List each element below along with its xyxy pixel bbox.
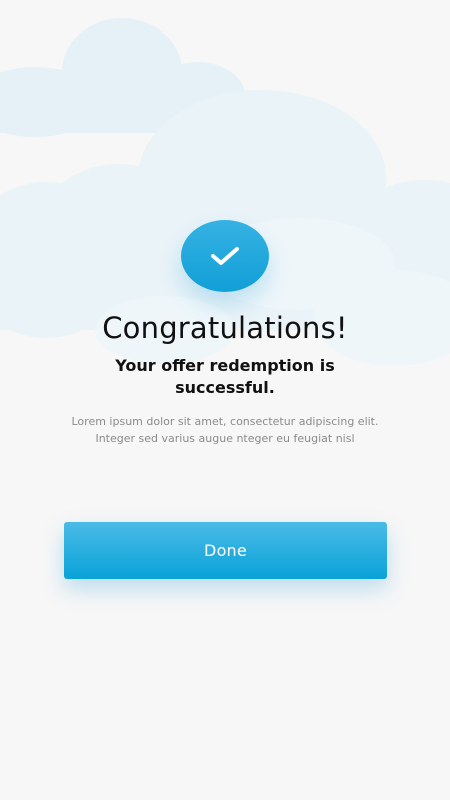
success-screen: Congratulations! Your offer redemption i…: [0, 0, 450, 800]
success-badge: [181, 220, 269, 292]
checkmark-icon: [211, 247, 239, 265]
done-button[interactable]: Done: [64, 522, 387, 579]
redemption-success-message: Your offer redemption is successful.: [115, 356, 335, 397]
congratulations-title: Congratulations!: [102, 311, 348, 345]
description-text: Lorem ipsum dolor sit amet, consectetur …: [71, 415, 379, 445]
